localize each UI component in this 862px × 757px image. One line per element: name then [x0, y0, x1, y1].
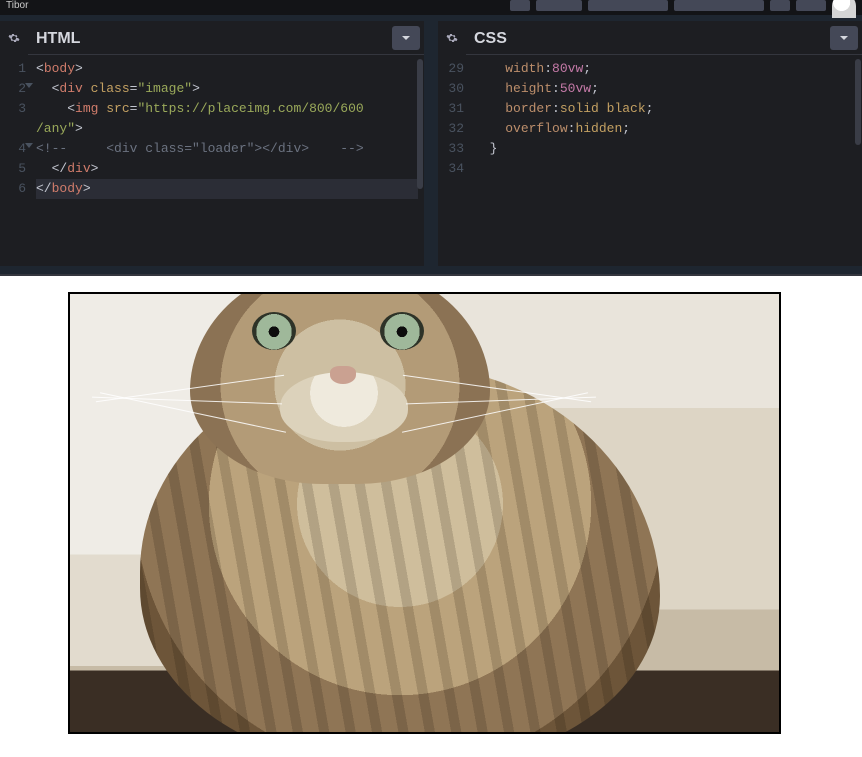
- gear-icon[interactable]: [0, 21, 28, 55]
- topbar-actions: [510, 0, 856, 18]
- panel-html-collapse[interactable]: [392, 26, 420, 50]
- cat-nose: [330, 366, 356, 384]
- scrollbar[interactable]: [855, 59, 861, 145]
- scrollbar[interactable]: [417, 59, 423, 189]
- panel-html: HTML 123456 <body> <div class="image"> <…: [0, 21, 424, 266]
- top-button-1[interactable]: [510, 0, 530, 11]
- top-button-6[interactable]: [796, 0, 826, 11]
- topbar: Tibor: [0, 0, 862, 15]
- panel-css: CSS 293031323334 width:80vw; height:50vw…: [438, 21, 862, 266]
- panel-css-title[interactable]: CSS: [466, 22, 519, 54]
- avatar[interactable]: [832, 0, 856, 18]
- editors-row: HTML 123456 <body> <div class="image"> <…: [0, 15, 862, 274]
- panel-html-title[interactable]: HTML: [28, 22, 92, 54]
- panel-css-header: CSS: [438, 21, 862, 55]
- top-button-4[interactable]: [674, 0, 764, 11]
- author-name[interactable]: Tibor: [6, 0, 28, 11]
- css-code[interactable]: width:80vw; height:50vw; border:solid bl…: [470, 55, 862, 266]
- html-gutter: 123456: [0, 55, 32, 266]
- top-button-3[interactable]: [588, 0, 668, 11]
- top-button-2[interactable]: [536, 0, 582, 11]
- cat-eye-left: [252, 312, 296, 350]
- panel-html-header: HTML: [0, 21, 424, 55]
- html-editor[interactable]: 123456 <body> <div class="image"> <img s…: [0, 55, 424, 266]
- panel-css-collapse[interactable]: [830, 26, 858, 50]
- preview-pane: [0, 274, 862, 757]
- cat-eye-right: [380, 312, 424, 350]
- preview-image: [68, 292, 781, 734]
- gear-icon[interactable]: [438, 21, 466, 55]
- top-button-5[interactable]: [770, 0, 790, 11]
- css-editor[interactable]: 293031323334 width:80vw; height:50vw; bo…: [438, 55, 862, 266]
- html-code[interactable]: <body> <div class="image"> <img src="htt…: [32, 55, 424, 266]
- css-gutter: 293031323334: [438, 55, 470, 266]
